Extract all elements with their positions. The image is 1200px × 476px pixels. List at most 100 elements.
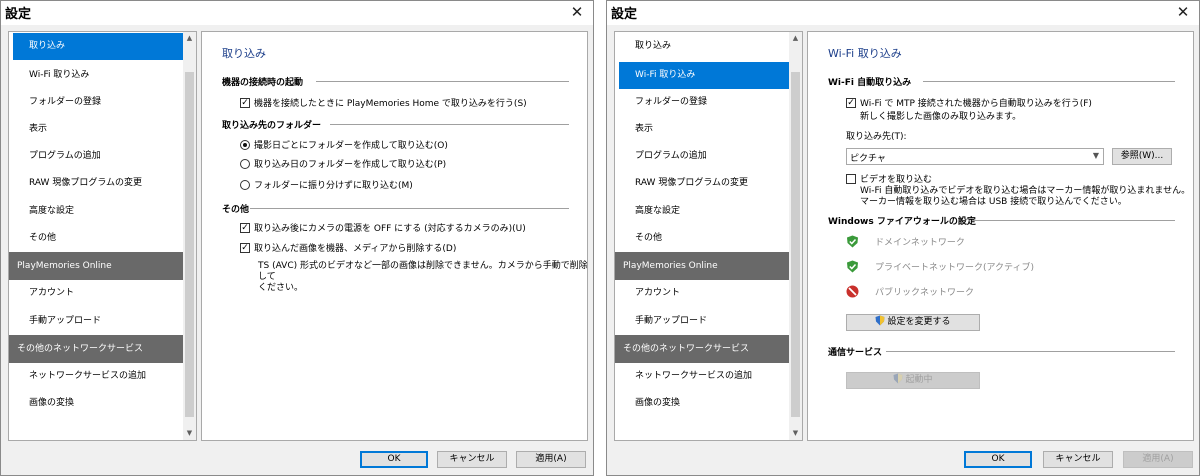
checkbox-checked[interactable]: ✓ [240, 97, 250, 108]
sidebar-item[interactable]: アカウント [615, 280, 790, 307]
settings-window-import: 設定 ✕ 画像の変換 ネットワークサービスの追加 その他のネットワークサービス 手動ア… [0, 0, 594, 476]
checkbox-checked[interactable]: ✓ [240, 242, 250, 253]
connect-option-row[interactable]: ✓ 機器を接続したときに PlayMemories Home で取り込みを行う(… [240, 96, 527, 109]
auto-option-row[interactable]: ✓ Wi-Fi で MTP 接続された機器から自動取り込みを行う(F) [846, 96, 1092, 109]
other-option-label: 取り込み後にカメラの電源を OFF にする (対応するカメラのみ)(U) [254, 224, 526, 234]
sidebar-item[interactable]: 高度な設定 [615, 198, 790, 225]
sidebar-item[interactable]: その他 [615, 225, 790, 252]
change-settings-button[interactable]: 設定を変更する [846, 314, 980, 331]
section-divider [250, 208, 569, 209]
sidebar-item-selected[interactable]: Wi-Fi 取り込み [619, 62, 790, 89]
title-bar[interactable]: 設定 ✕ [1, 1, 593, 25]
apply-button[interactable]: 適用(A) [1123, 451, 1193, 468]
sidebar-item[interactable]: RAW 現像プログラムの変更 [615, 170, 790, 197]
close-button[interactable]: ✕ [567, 2, 587, 22]
browse-button[interactable]: 参照(W)... [1112, 148, 1172, 165]
dest-option-label: 撮影日ごとにフォルダーを作成して取り込む(O) [254, 141, 448, 151]
dest-option-label: フォルダーに振り分けずに取り込む(M) [254, 181, 413, 191]
title-bar[interactable]: 設定 ✕ [607, 1, 1199, 25]
sidebar-item[interactable]: 高度な設定 [9, 198, 184, 225]
sidebar-item[interactable]: アカウント [9, 280, 184, 307]
service-running-label: 起動中 [905, 375, 933, 385]
scroll-thumb[interactable] [185, 72, 194, 417]
checkbox-checked[interactable]: ✓ [846, 97, 856, 108]
dest-label: 取り込み先(T): [846, 132, 907, 142]
sidebar-scrollbar[interactable]: ▲ ▼ [789, 32, 802, 440]
delete-note: TS (AVC) 形式のビデオなど一部の画像は削除できません。カメラから手動で削… [258, 261, 588, 294]
scroll-thumb[interactable] [791, 72, 800, 417]
section-title-connect: 機器の接続時の起動 [222, 78, 304, 88]
sidebar-item-selected[interactable]: 取り込み [13, 33, 184, 60]
chevron-down-icon[interactable]: ▼ [1093, 151, 1099, 160]
section-divider [886, 351, 1175, 352]
settings-sidebar: 画像の変換 ネットワークサービスの追加 その他のネットワークサービス 手動アップロード… [614, 31, 803, 441]
note-line: マーカー情報を取り込む場合は USB 接続で取り込んでください。 [860, 197, 1127, 207]
sidebar-item[interactable]: 画像の変換 [9, 390, 184, 417]
change-settings-label: 設定を変更する [887, 317, 951, 327]
scroll-down-icon[interactable]: ▼ [789, 427, 802, 440]
firewall-item-private: プライベートネットワーク(アクティブ) [846, 260, 1034, 273]
ok-button[interactable]: OK [964, 451, 1032, 468]
sidebar-item[interactable]: Wi-Fi 取り込み [9, 62, 184, 89]
checkbox-checked[interactable]: ✓ [240, 222, 250, 233]
note-line: Wi-Fi 自動取り込みでビデオを取り込む場合はマーカー情報が取り込まれません。 [860, 186, 1191, 196]
note-line: TS (AVC) 形式のビデオなど一部の画像は削除できません。カメラから手動で削… [258, 261, 588, 282]
scroll-down-icon[interactable]: ▼ [183, 427, 196, 440]
sidebar-item[interactable]: プログラムの追加 [615, 143, 790, 170]
dest-option-label: 取り込み日のフォルダーを作成して取り込む(P) [254, 160, 447, 170]
firewall-item-label: パブリックネットワーク [875, 288, 975, 298]
radio-selected[interactable] [240, 139, 250, 150]
scroll-up-icon[interactable]: ▲ [183, 32, 196, 45]
sidebar-item[interactable]: ネットワークサービスの追加 [9, 363, 184, 390]
sidebar-item[interactable]: プログラムの追加 [9, 143, 184, 170]
sidebar-section-header: その他のネットワークサービス [9, 335, 184, 363]
sidebar-item[interactable]: 表示 [615, 116, 790, 143]
section-title-destination: 取り込み先のフォルダー [222, 121, 322, 131]
sidebar-item[interactable]: 表示 [9, 116, 184, 143]
scroll-up-icon[interactable]: ▲ [789, 32, 802, 45]
sidebar-item[interactable]: フォルダーの登録 [9, 89, 184, 116]
ok-button[interactable]: OK [360, 451, 428, 468]
sidebar-item[interactable]: 手動アップロード [615, 308, 790, 335]
sidebar-item[interactable]: 取り込み [615, 33, 790, 60]
sidebar-item[interactable]: 手動アップロード [9, 308, 184, 335]
section-title-firewall: Windows ファイアウォールの設定 [828, 217, 976, 227]
auto-note: 新しく撮影した画像のみ取り込みます。 [860, 112, 1022, 122]
dest-option-row[interactable]: 取り込み日のフォルダーを作成して取り込む(P) [240, 157, 446, 170]
checkbox-unchecked[interactable] [846, 173, 856, 184]
connect-option-label: 機器を接続したときに PlayMemories Home で取り込みを行う(S) [254, 99, 527, 109]
blocked-icon [846, 285, 859, 298]
sidebar-scrollbar[interactable]: ▲ ▼ [183, 32, 196, 440]
firewall-item-label: ドメインネットワーク [875, 238, 965, 248]
note-line: ください。 [258, 283, 304, 293]
apply-button[interactable]: 適用(A) [516, 451, 586, 468]
service-running-button[interactable]: 起動中 [846, 372, 980, 389]
sidebar-section-header: PlayMemories Online [615, 252, 790, 280]
sidebar-item[interactable]: RAW 現像プログラムの変更 [9, 170, 184, 197]
window-title: 設定 [5, 7, 32, 22]
cancel-button[interactable]: キャンセル [437, 451, 507, 468]
video-option-label: ビデオを取り込む [860, 175, 933, 185]
close-button[interactable]: ✕ [1173, 2, 1193, 22]
page-title: Wi-Fi 取り込み [828, 47, 902, 60]
other-option-row[interactable]: ✓ 取り込み後にカメラの電源を OFF にする (対応するカメラのみ)(U) [240, 221, 526, 234]
sidebar-item[interactable]: ネットワークサービスの追加 [615, 363, 790, 390]
shield-check-icon [847, 260, 858, 273]
section-divider [330, 124, 569, 125]
radio-unselected[interactable] [240, 179, 250, 190]
radio-unselected[interactable] [240, 158, 250, 169]
settings-window-wifi: 設定 ✕ 画像の変換 ネットワークサービスの追加 その他のネットワークサービス 手動ア… [606, 0, 1200, 476]
other-option-row[interactable]: ✓ 取り込んだ画像を機器、メディアから削除する(D) [240, 241, 456, 254]
sidebar-item[interactable]: 画像の変換 [615, 390, 790, 417]
sidebar-item[interactable]: その他 [9, 225, 184, 252]
uac-shield-icon [893, 373, 903, 384]
video-option-row[interactable]: ビデオを取り込む [846, 172, 932, 185]
uac-shield-icon [875, 315, 885, 326]
dest-option-row[interactable]: 撮影日ごとにフォルダーを作成して取り込む(O) [240, 138, 448, 151]
sidebar-item[interactable]: フォルダーの登録 [615, 89, 790, 116]
firewall-item-public: パブリックネットワーク [846, 285, 974, 298]
section-title-comm: 通信サービス [828, 348, 883, 358]
dest-option-row[interactable]: フォルダーに振り分けずに取り込む(M) [240, 178, 413, 191]
cancel-button[interactable]: キャンセル [1043, 451, 1113, 468]
destination-dropdown[interactable]: ピクチャ ▼ [846, 148, 1104, 165]
